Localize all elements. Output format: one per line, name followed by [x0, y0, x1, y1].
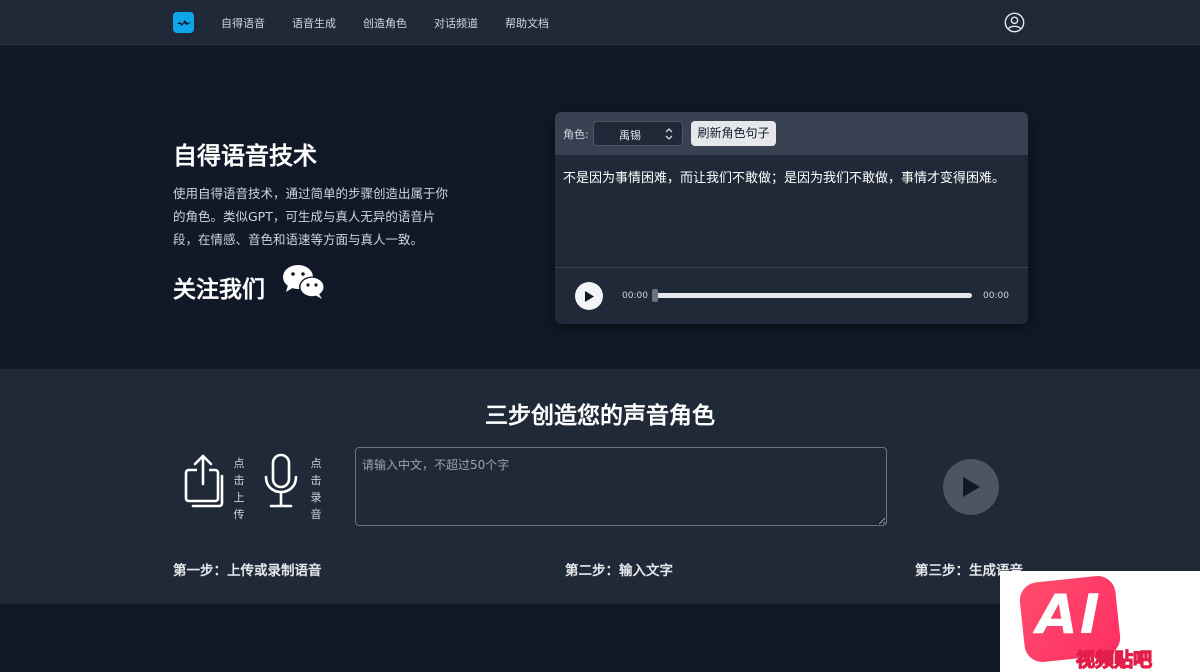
hero-description: 使用自得语音技术，通过简单的步骤创造出属于你的角色。类似GPT，可生成与真人无异… [173, 186, 449, 247]
nav-item-generate[interactable]: 语音生成 [292, 15, 336, 31]
audio-play-button[interactable] [575, 282, 603, 310]
role-label: 角色: [563, 128, 589, 141]
role-select[interactable]: 禹锡 [593, 121, 683, 146]
follow-us-heading: 关注我们 [173, 277, 265, 303]
record-label[interactable]: 点击录音 [309, 455, 323, 523]
top-nav: 自得语音 语音生成 创造角色 对话频道 帮助文档 [0, 0, 1200, 45]
nav-item-home[interactable]: 自得语音 [221, 15, 265, 31]
sample-sentence: 不是因为事情困难，而让我们不敢做；是因为我们不敢做，事情才变得困难。 [563, 171, 1006, 186]
play-icon [963, 477, 980, 497]
user-account-icon[interactable] [1004, 12, 1025, 33]
microphone-icon[interactable] [262, 453, 300, 510]
steps-title: 三步创造您的声音角色 [485, 403, 715, 429]
hero-title: 自得语音技术 [173, 142, 317, 170]
role-select-value: 禹锡 [619, 129, 641, 142]
audio-duration: 00:00 [983, 291, 1009, 301]
generate-play-button[interactable] [943, 459, 999, 515]
watermark-subtitle: 视频贴吧 [1075, 648, 1153, 671]
upload-icon[interactable] [183, 454, 225, 509]
watermark: AI 视频贴吧 [1000, 571, 1200, 672]
nav-item-create-role[interactable]: 创造角色 [363, 15, 407, 31]
logo-icon[interactable] [173, 12, 194, 33]
wechat-icon[interactable] [282, 263, 326, 301]
play-icon [585, 290, 594, 302]
audio-current-time: 00:00 [622, 291, 648, 301]
step-2-label: 第二步：输入文字 [565, 563, 673, 579]
voice-sample-card: 角色: 禹锡 刷新角色句子 不是因为事情困难，而让我们不敢做；是因为我们不敢做，… [555, 112, 1028, 324]
card-toolbar: 角色: 禹锡 刷新角色句子 [555, 112, 1028, 155]
nav-item-help[interactable]: 帮助文档 [505, 15, 549, 31]
nav-links: 自得语音 语音生成 创造角色 对话频道 帮助文档 [221, 0, 549, 45]
refresh-sentence-button[interactable]: 刷新角色句子 [691, 121, 776, 146]
steps-section: 三步创造您的声音角色 点击上传 点击录音 第一步：上传或录制语音 第二步：输入文… [0, 369, 1200, 604]
nav-item-chat[interactable]: 对话频道 [434, 15, 478, 31]
text-input[interactable] [355, 447, 887, 526]
divider [555, 267, 1028, 268]
watermark-logo-text: AI [1036, 583, 1102, 646]
upload-label[interactable]: 点击上传 [232, 455, 246, 523]
audio-progress-thumb[interactable] [652, 289, 658, 302]
audio-progress-track[interactable] [655, 293, 972, 298]
step-1-label: 第一步：上传或录制语音 [173, 563, 322, 579]
select-arrows-icon [665, 128, 673, 140]
